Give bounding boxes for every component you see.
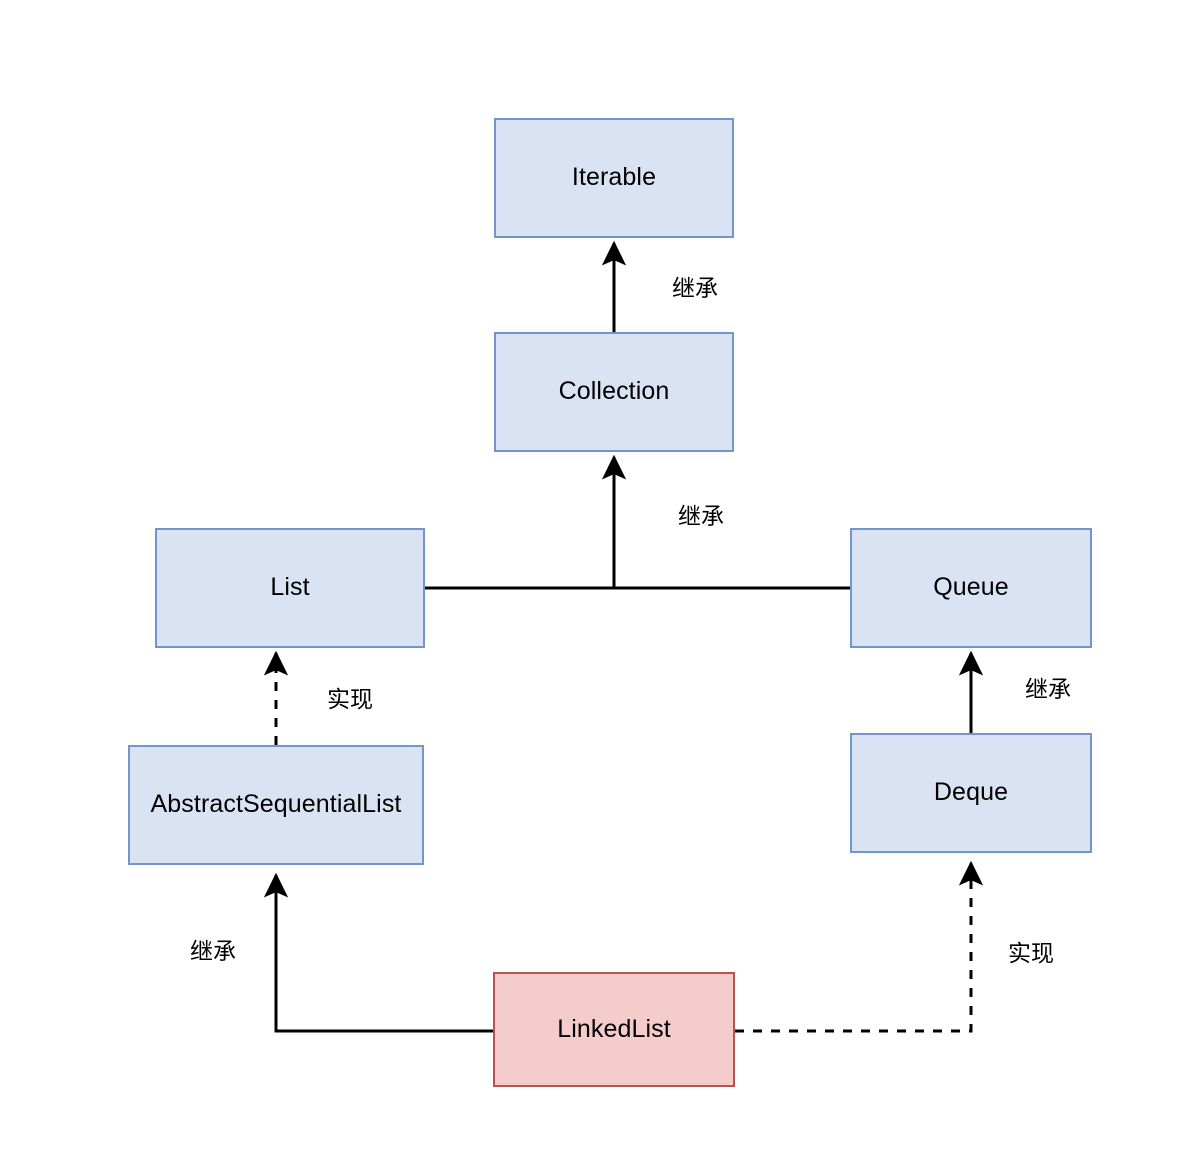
- node-collection[interactable]: Collection: [494, 332, 734, 452]
- edge-label-listqueue-to-collection: 继承: [678, 503, 724, 529]
- node-abstractsequentiallist[interactable]: AbstractSequentialList: [128, 745, 424, 865]
- edge-label-absseqlist-to-list: 实现: [327, 686, 373, 712]
- edge-linkedlist-to-deque: [735, 860, 984, 1033]
- node-queue-label: Queue: [933, 573, 1009, 602]
- node-queue[interactable]: Queue: [850, 528, 1092, 648]
- node-iterable[interactable]: Iterable: [494, 118, 734, 238]
- node-list-label: List: [270, 573, 310, 602]
- node-deque-label: Deque: [933, 778, 1009, 807]
- node-abstractsequentiallist-label: AbstractSequentialList: [150, 790, 402, 819]
- node-linkedlist-label: LinkedList: [557, 1014, 671, 1043]
- node-deque[interactable]: Deque: [850, 733, 1092, 853]
- node-linkedlist[interactable]: LinkedList: [493, 972, 735, 1087]
- edge-label-linkedlist-to-deque: 实现: [1008, 940, 1054, 966]
- node-collection-label: Collection: [558, 377, 670, 406]
- node-iterable-label: Iterable: [571, 163, 657, 192]
- class-hierarchy-diagram: Iterable Collection List Queue AbstractS…: [0, 0, 1194, 1170]
- node-list[interactable]: List: [155, 528, 425, 648]
- edge-label-deque-to-queue: 继承: [1025, 676, 1071, 702]
- edge-label-collection-to-iterable: 继承: [672, 275, 718, 301]
- edge-label-linkedlist-to-absseqlist: 继承: [190, 938, 236, 964]
- edge-linkedlist-to-absseqlist: [263, 872, 493, 1033]
